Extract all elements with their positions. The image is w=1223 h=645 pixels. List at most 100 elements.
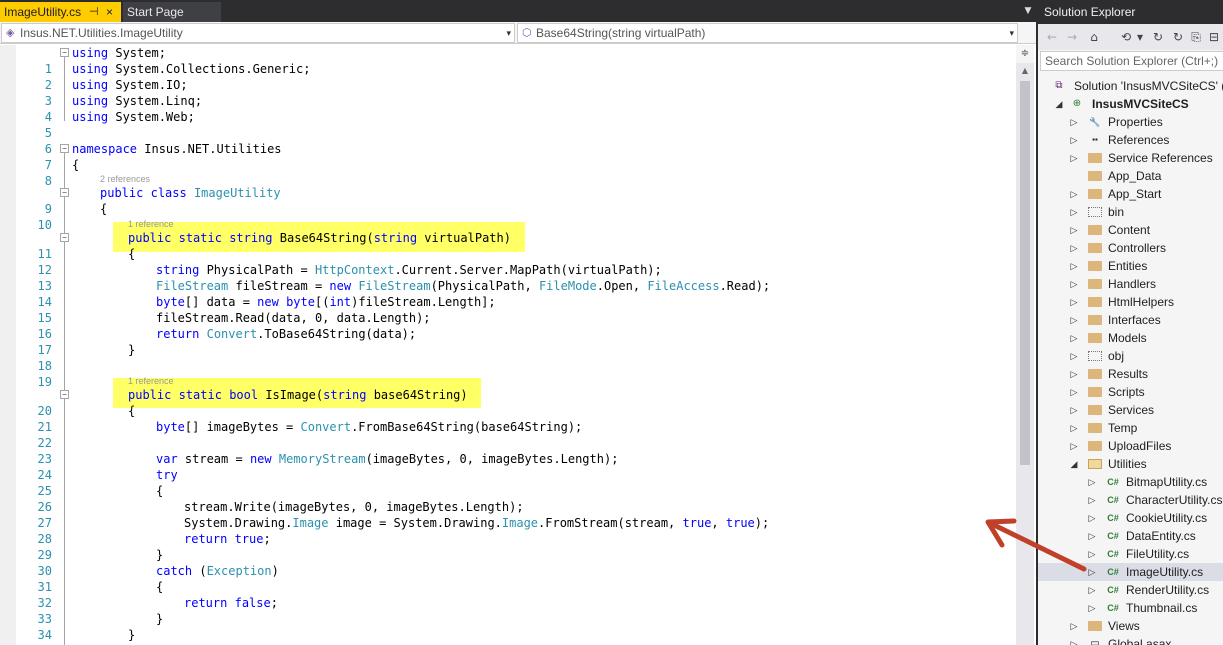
collapse-icon[interactable]: − — [60, 188, 69, 197]
collapsed-arrow-icon[interactable]: ▷ — [1087, 563, 1097, 581]
collapsed-arrow-icon[interactable]: ▷ — [1069, 437, 1079, 455]
tree-item[interactable]: ▷ Services — [1038, 401, 1223, 419]
tree-item[interactable]: ▷ Models — [1038, 329, 1223, 347]
method-icon: ⬡ — [522, 27, 532, 39]
tree-item[interactable]: ▷ Content — [1038, 221, 1223, 239]
tree-item[interactable]: ▷ Views — [1038, 617, 1223, 635]
codelens-references[interactable]: 1 reference — [128, 218, 174, 230]
tree-item-project[interactable]: ◢ ⊕ InsusMVCSiteCS — [1038, 95, 1223, 113]
collapsed-arrow-icon[interactable]: ▷ — [1087, 599, 1097, 617]
collapsed-arrow-icon[interactable]: ▷ — [1069, 257, 1079, 275]
codelens-references[interactable]: 2 references — [100, 173, 150, 185]
collapsed-arrow-icon[interactable]: ▷ — [1069, 221, 1079, 239]
collapsed-arrow-icon[interactable]: ▷ — [1087, 545, 1097, 563]
collapsed-arrow-icon[interactable]: ▷ — [1069, 401, 1079, 419]
collapsed-arrow-icon[interactable]: ▷ — [1069, 149, 1079, 167]
code-line: 32 { — [16, 579, 1016, 610]
tree-item[interactable]: ▷ C# FileUtility.cs — [1038, 545, 1223, 563]
tree-item[interactable]: ▷ 🔧 Properties — [1038, 113, 1223, 131]
collapsed-arrow-icon[interactable]: ▷ — [1087, 473, 1097, 491]
collapse-all-icon[interactable]: ⊟ — [1206, 29, 1222, 45]
collapsed-arrow-icon[interactable]: ▷ — [1069, 419, 1079, 437]
tree-item[interactable]: ▷ C# RenderUtility.cs — [1038, 581, 1223, 599]
collapsed-arrow-icon[interactable]: ▷ — [1069, 239, 1079, 257]
tree-item[interactable]: ▷ Controllers — [1038, 239, 1223, 257]
tree-item[interactable]: ▷ C# CookieUtility.cs — [1038, 509, 1223, 527]
split-window-icon[interactable]: ≑ — [1016, 45, 1034, 63]
tree-item[interactable]: ▷ Temp — [1038, 419, 1223, 437]
tree-item[interactable]: ▷ obj — [1038, 347, 1223, 365]
collapse-icon[interactable]: − — [60, 233, 69, 242]
tab-dropdown-icon[interactable]: ▼ — [1021, 4, 1035, 18]
tree-item[interactable]: ◢ Utilities — [1038, 455, 1223, 473]
tree-item-label: HtmlHelpers — [1108, 295, 1175, 309]
collapsed-arrow-icon[interactable]: ▷ — [1069, 203, 1079, 221]
vertical-scrollbar[interactable]: ▲ — [1016, 45, 1034, 645]
folder-icon — [1088, 369, 1102, 379]
scroll-thumb[interactable] — [1020, 81, 1030, 465]
scroll-up-icon[interactable]: ▲ — [1016, 64, 1034, 78]
code-line: 9 − public class ImageUtility — [16, 185, 1016, 216]
tree-item[interactable]: ▷ ▪▪ References — [1038, 131, 1223, 149]
back-icon[interactable]: ← — [1044, 29, 1060, 45]
tree-item[interactable]: ▷ C# DataEntity.cs — [1038, 527, 1223, 545]
tab-start-page[interactable]: Start Page — [123, 2, 221, 22]
member-navigation-dropdown[interactable]: ⬡ Base64String(string virtualPath) ▾ — [517, 23, 1018, 43]
expanded-arrow-icon[interactable]: ◢ — [1069, 455, 1079, 473]
collapsed-arrow-icon[interactable]: ▷ — [1087, 509, 1097, 527]
tree-item[interactable]: ▷ App_Start — [1038, 185, 1223, 203]
collapsed-arrow-icon[interactable]: ▷ — [1087, 581, 1097, 599]
tree-item[interactable]: ▷ Interfaces — [1038, 311, 1223, 329]
tree-item[interactable]: ▷ C# CharacterUtility.cs — [1038, 491, 1223, 509]
collapsed-arrow-icon[interactable]: ▷ — [1069, 383, 1079, 401]
code-text-area[interactable]: 2 references 1 reference 1 reference 1 −… — [16, 45, 1016, 645]
codelens-references[interactable]: 1 reference — [128, 375, 174, 387]
refresh-icon[interactable]: ↻ — [1170, 29, 1186, 45]
collapsed-arrow-icon[interactable]: ▷ — [1069, 617, 1079, 635]
collapsed-arrow-icon[interactable]: ▷ — [1069, 293, 1079, 311]
tree-item[interactable]: ▷ Scripts — [1038, 383, 1223, 401]
tab-image-utility[interactable]: ImageUtility.cs ⊣ × — [0, 2, 121, 22]
expanded-arrow-icon[interactable]: ◢ — [1054, 95, 1064, 113]
tree-item[interactable]: ▷ C# BitmapUtility.cs — [1038, 473, 1223, 491]
collapse-icon[interactable]: − — [60, 144, 69, 153]
close-icon[interactable]: × — [106, 2, 113, 22]
tree-item[interactable]: App_Data — [1038, 167, 1223, 185]
csharp-file-icon: C# — [1107, 477, 1119, 487]
pin-icon[interactable]: ⊣ — [89, 2, 99, 22]
tree-item[interactable]: ▷ ▭ Global.asax — [1038, 635, 1223, 645]
tree-item[interactable]: ▷ bin — [1038, 203, 1223, 221]
collapsed-arrow-icon[interactable]: ▷ — [1069, 275, 1079, 293]
solution-search-input[interactable]: Search Solution Explorer (Ctrl+;) — [1040, 51, 1223, 71]
collapsed-arrow-icon[interactable]: ▷ — [1087, 527, 1097, 545]
tree-item-solution[interactable]: ⧉ Solution 'InsusMVCSiteCS' (1 — [1038, 77, 1223, 95]
collapse-icon[interactable]: − — [60, 390, 69, 399]
tree-item[interactable]: ▷ Results — [1038, 365, 1223, 383]
code-line: 15 byte[] data = new byte[(int)fileStrea… — [16, 294, 1016, 325]
forward-icon[interactable]: → — [1064, 29, 1080, 45]
tree-item[interactable]: ▷ C# Thumbnail.cs — [1038, 599, 1223, 617]
collapsed-arrow-icon[interactable]: ▷ — [1069, 347, 1079, 365]
home-icon[interactable]: ⌂ — [1086, 29, 1102, 45]
tree-item[interactable]: ▷ Entities — [1038, 257, 1223, 275]
collapsed-arrow-icon[interactable]: ▷ — [1069, 185, 1079, 203]
chevron-down-icon: ▾ — [506, 28, 511, 38]
tree-item[interactable]: ▷ UploadFiles — [1038, 437, 1223, 455]
collapsed-arrow-icon[interactable]: ▷ — [1069, 113, 1079, 131]
collapsed-arrow-icon[interactable]: ▷ — [1069, 635, 1079, 645]
code-line: 18 } — [16, 342, 1016, 373]
collapse-icon[interactable]: − — [60, 48, 69, 57]
sync-icon[interactable]: ↻ — [1150, 29, 1166, 45]
collapsed-arrow-icon[interactable]: ▷ — [1069, 311, 1079, 329]
collapsed-arrow-icon[interactable]: ▷ — [1069, 131, 1079, 149]
tree-item[interactable]: ▷ C# ImageUtility.cs — [1038, 563, 1223, 581]
collapsed-arrow-icon[interactable]: ▷ — [1069, 365, 1079, 383]
tree-item[interactable]: ▷ Service References — [1038, 149, 1223, 167]
chevron-down-icon[interactable]: ▾ — [1132, 29, 1148, 45]
class-navigation-dropdown[interactable]: ◈ Insus.NET.Utilities.ImageUtility ▾ — [1, 23, 515, 43]
collapsed-arrow-icon[interactable]: ▷ — [1087, 491, 1097, 509]
tree-item[interactable]: ▷ Handlers — [1038, 275, 1223, 293]
tree-item[interactable]: ▷ HtmlHelpers — [1038, 293, 1223, 311]
copy-icon[interactable]: ⎘ — [1188, 29, 1204, 45]
collapsed-arrow-icon[interactable]: ▷ — [1069, 329, 1079, 347]
